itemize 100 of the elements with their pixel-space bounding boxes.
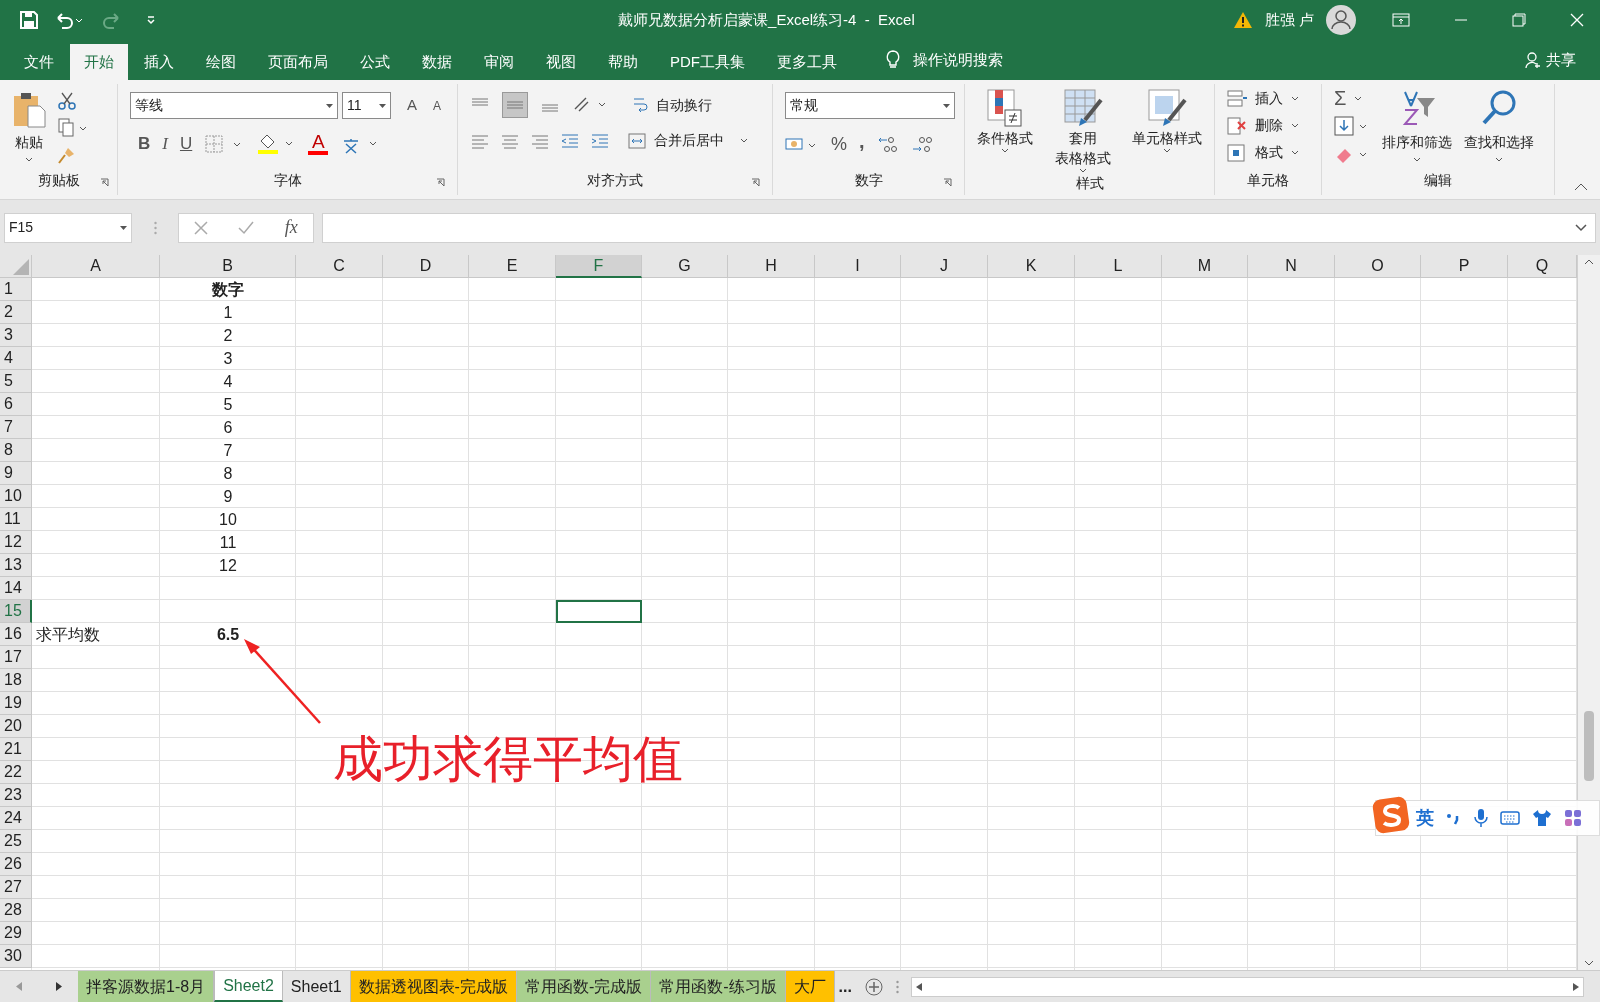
grow-font-button[interactable]: A	[407, 94, 417, 117]
cell-styles-button[interactable]: 单元格样式	[1128, 88, 1206, 153]
row-header[interactable]: 30	[0, 945, 32, 968]
find-select-button[interactable]: 查找和选择	[1464, 88, 1534, 162]
column-header[interactable]: A	[32, 255, 160, 278]
row-header[interactable]: 12	[0, 531, 32, 554]
column-header[interactable]: M	[1162, 255, 1248, 278]
close-icon[interactable]	[1570, 13, 1584, 27]
percent-button[interactable]: %	[831, 131, 847, 158]
column-header[interactable]: E	[469, 255, 556, 278]
insert-function-button[interactable]: fx	[284, 214, 298, 241]
ribbon-tab[interactable]: 开始	[70, 44, 128, 80]
underline-button[interactable]: U	[179, 131, 193, 157]
row-header[interactable]: 27	[0, 876, 32, 899]
sheet-tab[interactable]: 常用函数-完成版	[516, 971, 652, 1002]
scissors-icon[interactable]	[58, 92, 76, 110]
next-sheet-icon[interactable]	[54, 982, 62, 991]
row-header[interactable]: 2	[0, 301, 32, 324]
vertical-scrollbar[interactable]	[1577, 255, 1600, 970]
shrink-font-button[interactable]: A	[433, 96, 442, 115]
wrap-text-button[interactable]: 自动换行	[632, 94, 712, 116]
sheet-tab[interactable]: Sheet2	[214, 971, 283, 1002]
column-header[interactable]: D	[383, 255, 469, 278]
more-sheets-button[interactable]: ...	[834, 974, 856, 999]
ribbon-display-icon[interactable]	[1392, 13, 1410, 27]
ribbon-tab[interactable]: PDF工具集	[654, 44, 761, 80]
keyboard-icon[interactable]	[1500, 811, 1520, 825]
ribbon-tab[interactable]: 插入	[128, 44, 190, 80]
microphone-icon[interactable]	[1474, 808, 1488, 828]
caret-icon[interactable]	[1354, 95, 1363, 101]
ribbon-tab[interactable]: 帮助	[592, 44, 654, 80]
row-header[interactable]: 17	[0, 646, 32, 669]
grip-icon[interactable]	[895, 979, 899, 994]
active-cell[interactable]	[556, 600, 642, 623]
row-header[interactable]: 7	[0, 416, 32, 439]
column-header[interactable]: J	[901, 255, 988, 278]
row-header[interactable]: 21	[0, 738, 32, 761]
dialog-launcher-icon[interactable]	[751, 178, 760, 187]
row-header[interactable]: 18	[0, 669, 32, 692]
format-button[interactable]: 格式	[1227, 142, 1309, 163]
font-name-field[interactable]: 等线	[130, 92, 338, 119]
row-header[interactable]: 10	[0, 485, 32, 508]
font-color-button[interactable]: A	[308, 132, 329, 156]
sogou-logo-icon[interactable]	[1372, 796, 1410, 834]
row-header[interactable]: 13	[0, 554, 32, 577]
row-header[interactable]: 6	[0, 393, 32, 416]
comma-style-button[interactable]: ,	[859, 130, 865, 151]
name-box[interactable]: F15	[4, 212, 132, 243]
expand-icon[interactable]	[1575, 223, 1587, 232]
ribbon-tab[interactable]: 绘图	[190, 44, 252, 80]
merge-center-button[interactable]: 合并后居中	[628, 130, 748, 151]
scroll-right-icon[interactable]	[1573, 982, 1579, 991]
row-header[interactable]: 15	[0, 600, 32, 623]
insert-button[interactable]: 插入	[1227, 88, 1309, 109]
previous-sheet-icon[interactable]	[15, 982, 23, 991]
row-header[interactable]: 16	[0, 623, 32, 646]
paste-button[interactable]: 粘贴	[12, 92, 46, 162]
row-header[interactable]: 19	[0, 692, 32, 715]
row-header[interactable]: 5	[0, 370, 32, 393]
collapse-ribbon-icon[interactable]	[1574, 183, 1588, 191]
ribbon-tab[interactable]: 数据	[406, 44, 468, 80]
row-header[interactable]: 28	[0, 899, 32, 922]
decrease-decimal-icon[interactable]	[910, 134, 933, 155]
grid-icon[interactable]	[1564, 809, 1582, 827]
checkmark-icon[interactable]	[238, 220, 255, 235]
input-mode-button[interactable]: 英	[1416, 804, 1434, 832]
ribbon-tab[interactable]: 更多工具	[761, 44, 853, 80]
font-size-field[interactable]: 11	[342, 92, 391, 119]
ribbon-tab[interactable]: 视图	[530, 44, 592, 80]
horizontal-scrollbar[interactable]	[910, 976, 1584, 997]
row-header[interactable]: 23	[0, 784, 32, 807]
row-header[interactable]: 24	[0, 807, 32, 830]
row-header[interactable]: 22	[0, 761, 32, 784]
formula-input[interactable]	[322, 212, 1596, 243]
row-header[interactable]: 26	[0, 853, 32, 876]
row-header[interactable]: 20	[0, 715, 32, 738]
decrease-indent-icon[interactable]	[560, 132, 580, 149]
sheet-tab[interactable]: 大厂	[785, 971, 835, 1002]
row-header[interactable]: 1	[0, 278, 32, 301]
row-header[interactable]: 29	[0, 922, 32, 945]
customize-toolbar-icon[interactable]	[146, 15, 156, 25]
italic-button[interactable]: I	[162, 131, 168, 157]
restore-icon[interactable]	[1512, 13, 1526, 27]
column-header[interactable]: F	[556, 255, 642, 278]
format-as-table-button[interactable]: 套用 表格格式	[1050, 88, 1115, 173]
ribbon-tab[interactable]: 审阅	[468, 44, 530, 80]
format-painter-icon[interactable]	[58, 146, 76, 164]
scrollbar-thumb[interactable]	[1584, 711, 1594, 781]
bold-button[interactable]: B	[138, 131, 151, 157]
column-header[interactable]: H	[728, 255, 815, 278]
undo-icon[interactable]	[54, 11, 84, 29]
share-button[interactable]: 共享	[1524, 40, 1600, 80]
column-header[interactable]: C	[296, 255, 383, 278]
add-sheet-icon[interactable]	[863, 976, 884, 997]
row-header[interactable]: 11	[0, 508, 32, 531]
conditional-formatting-button[interactable]: 条件格式	[973, 88, 1037, 153]
ribbon-tab[interactable]: 页面布局	[252, 44, 344, 80]
column-header[interactable]: N	[1248, 255, 1335, 278]
column-header[interactable]: L	[1075, 255, 1162, 278]
row-header[interactable]: 14	[0, 577, 32, 600]
